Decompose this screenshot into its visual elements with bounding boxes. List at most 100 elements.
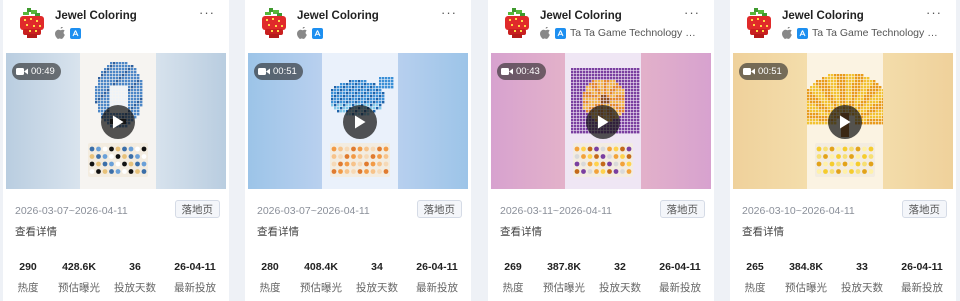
stat-heat: 280 热度 — [249, 261, 291, 295]
ad-card-3[interactable]: Jewel Coloring ··· Ta Ta Game Technology… — [488, 0, 714, 301]
stat-label: 投放天数 — [356, 282, 398, 294]
stat-days: 32 投放天数 — [594, 261, 646, 295]
stat-heat: 269 热度 — [492, 261, 534, 295]
duration-badge: 00:43 — [497, 63, 546, 80]
video-preview[interactable]: 00:51 — [733, 53, 953, 189]
more-options-icon[interactable]: ··· — [441, 5, 457, 20]
stat-value: 290 — [19, 261, 37, 273]
strawberry-app-icon[interactable] — [743, 7, 775, 41]
ad-card-4[interactable]: Jewel Coloring ··· Ta Ta Game Technology… — [730, 0, 956, 301]
stat-value: 26-04-11 — [659, 261, 701, 273]
developer-name: Ta Ta Game Technology Li... — [570, 27, 700, 39]
video-camera-icon — [743, 68, 755, 75]
stat-value: 428.6K — [62, 261, 96, 273]
view-details-link[interactable]: 查看详情 — [742, 224, 784, 239]
video-preview[interactable]: 00:51 — [248, 53, 468, 189]
strawberry-app-icon[interactable] — [258, 7, 290, 41]
stat-label: 最新投放 — [901, 282, 943, 294]
ad-card-2[interactable]: Jewel Coloring ··· 00:51 2026-03-07~2026… — [245, 0, 471, 301]
stat-exposure: 387.8K 预估曝光 — [536, 261, 592, 295]
stat-label: 预估曝光 — [58, 282, 100, 294]
strawberry-app-icon[interactable] — [501, 7, 533, 41]
card-header: Jewel Coloring ··· Ta Ta Game Technology… — [488, 0, 714, 52]
stat-latest: 26-04-11 最新投放 — [166, 261, 224, 295]
video-preview[interactable]: 00:43 — [491, 53, 711, 189]
app-name[interactable]: Jewel Coloring — [540, 10, 622, 22]
video-preview[interactable]: 00:49 — [6, 53, 226, 189]
stat-label: 热度 — [259, 282, 281, 294]
app-store-icon — [555, 27, 566, 39]
more-options-icon[interactable]: ··· — [926, 5, 942, 20]
stat-value: 36 — [129, 261, 141, 273]
app-name[interactable]: Jewel Coloring — [297, 10, 379, 22]
stat-label: 预估曝光 — [543, 282, 585, 294]
apple-icon — [782, 27, 792, 39]
stat-exposure: 384.8K 预估曝光 — [778, 261, 834, 295]
more-options-icon[interactable]: ··· — [199, 5, 215, 20]
date-range: 2026-03-07~2026-04-11 — [15, 205, 128, 217]
ad-card-1[interactable]: Jewel Coloring ··· 00:49 2026-03-07~2026… — [3, 0, 229, 301]
view-details-link[interactable]: 查看详情 — [500, 224, 542, 239]
video-duration: 00:43 — [516, 66, 540, 77]
video-camera-icon — [16, 68, 28, 75]
date-range: 2026-03-10~2026-04-11 — [742, 205, 855, 217]
card-header: Jewel Coloring ··· — [245, 0, 471, 52]
play-button[interactable] — [828, 105, 862, 139]
stat-value: 384.8K — [789, 261, 823, 273]
video-camera-icon — [258, 68, 270, 75]
landing-page-badge[interactable]: 落地页 — [901, 200, 947, 218]
card-header: Jewel Coloring ··· — [3, 0, 229, 52]
stat-label: 预估曝光 — [785, 282, 827, 294]
stat-value: 34 — [371, 261, 383, 273]
apple-icon — [55, 27, 65, 39]
stat-latest: 26-04-11 最新投放 — [651, 261, 709, 295]
more-options-icon[interactable]: ··· — [684, 5, 700, 20]
stat-value: 26-04-11 — [901, 261, 943, 273]
play-icon — [113, 115, 124, 129]
app-store-icon — [312, 27, 323, 39]
stat-heat: 290 热度 — [7, 261, 49, 295]
stat-label: 最新投放 — [416, 282, 458, 294]
stat-value: 265 — [746, 261, 764, 273]
date-range: 2026-03-11~2026-04-11 — [500, 205, 612, 217]
platform-row — [297, 26, 327, 40]
duration-badge: 00:51 — [254, 63, 303, 80]
play-button[interactable] — [343, 105, 377, 139]
stat-value: 33 — [856, 261, 868, 273]
platform-row: Ta Ta Game Technology Li... — [540, 26, 700, 40]
developer-name: Ta Ta Game Technology Li... — [812, 27, 942, 39]
stat-days: 33 投放天数 — [836, 261, 888, 295]
landing-page-badge[interactable]: 落地页 — [416, 200, 462, 218]
stat-latest: 26-04-11 最新投放 — [408, 261, 466, 295]
stat-label: 热度 — [502, 282, 524, 294]
play-icon — [355, 115, 366, 129]
stat-value: 408.4K — [304, 261, 338, 273]
view-details-link[interactable]: 查看详情 — [257, 224, 299, 239]
app-store-icon — [70, 27, 81, 39]
stat-value: 26-04-11 — [174, 261, 216, 273]
app-name[interactable]: Jewel Coloring — [55, 10, 137, 22]
video-duration: 00:51 — [273, 66, 297, 77]
stat-label: 最新投放 — [659, 282, 701, 294]
platform-row — [55, 26, 85, 40]
play-button[interactable] — [586, 105, 620, 139]
stat-days: 34 投放天数 — [351, 261, 403, 295]
strawberry-app-icon[interactable] — [16, 7, 48, 41]
stat-label: 预估曝光 — [300, 282, 342, 294]
stat-label: 最新投放 — [174, 282, 216, 294]
view-details-link[interactable]: 查看详情 — [15, 224, 57, 239]
apple-icon — [540, 27, 550, 39]
stat-exposure: 428.6K 预估曝光 — [51, 261, 107, 295]
app-name[interactable]: Jewel Coloring — [782, 10, 864, 22]
play-icon — [598, 115, 609, 129]
duration-badge: 00:51 — [739, 63, 788, 80]
landing-page-badge[interactable]: 落地页 — [659, 200, 705, 218]
play-button[interactable] — [101, 105, 135, 139]
video-camera-icon — [501, 68, 513, 75]
video-duration: 00:49 — [31, 66, 55, 77]
landing-page-badge[interactable]: 落地页 — [174, 200, 220, 218]
play-icon — [840, 115, 851, 129]
stat-value: 387.8K — [547, 261, 581, 273]
app-store-icon — [797, 27, 808, 39]
stat-label: 热度 — [17, 282, 39, 294]
